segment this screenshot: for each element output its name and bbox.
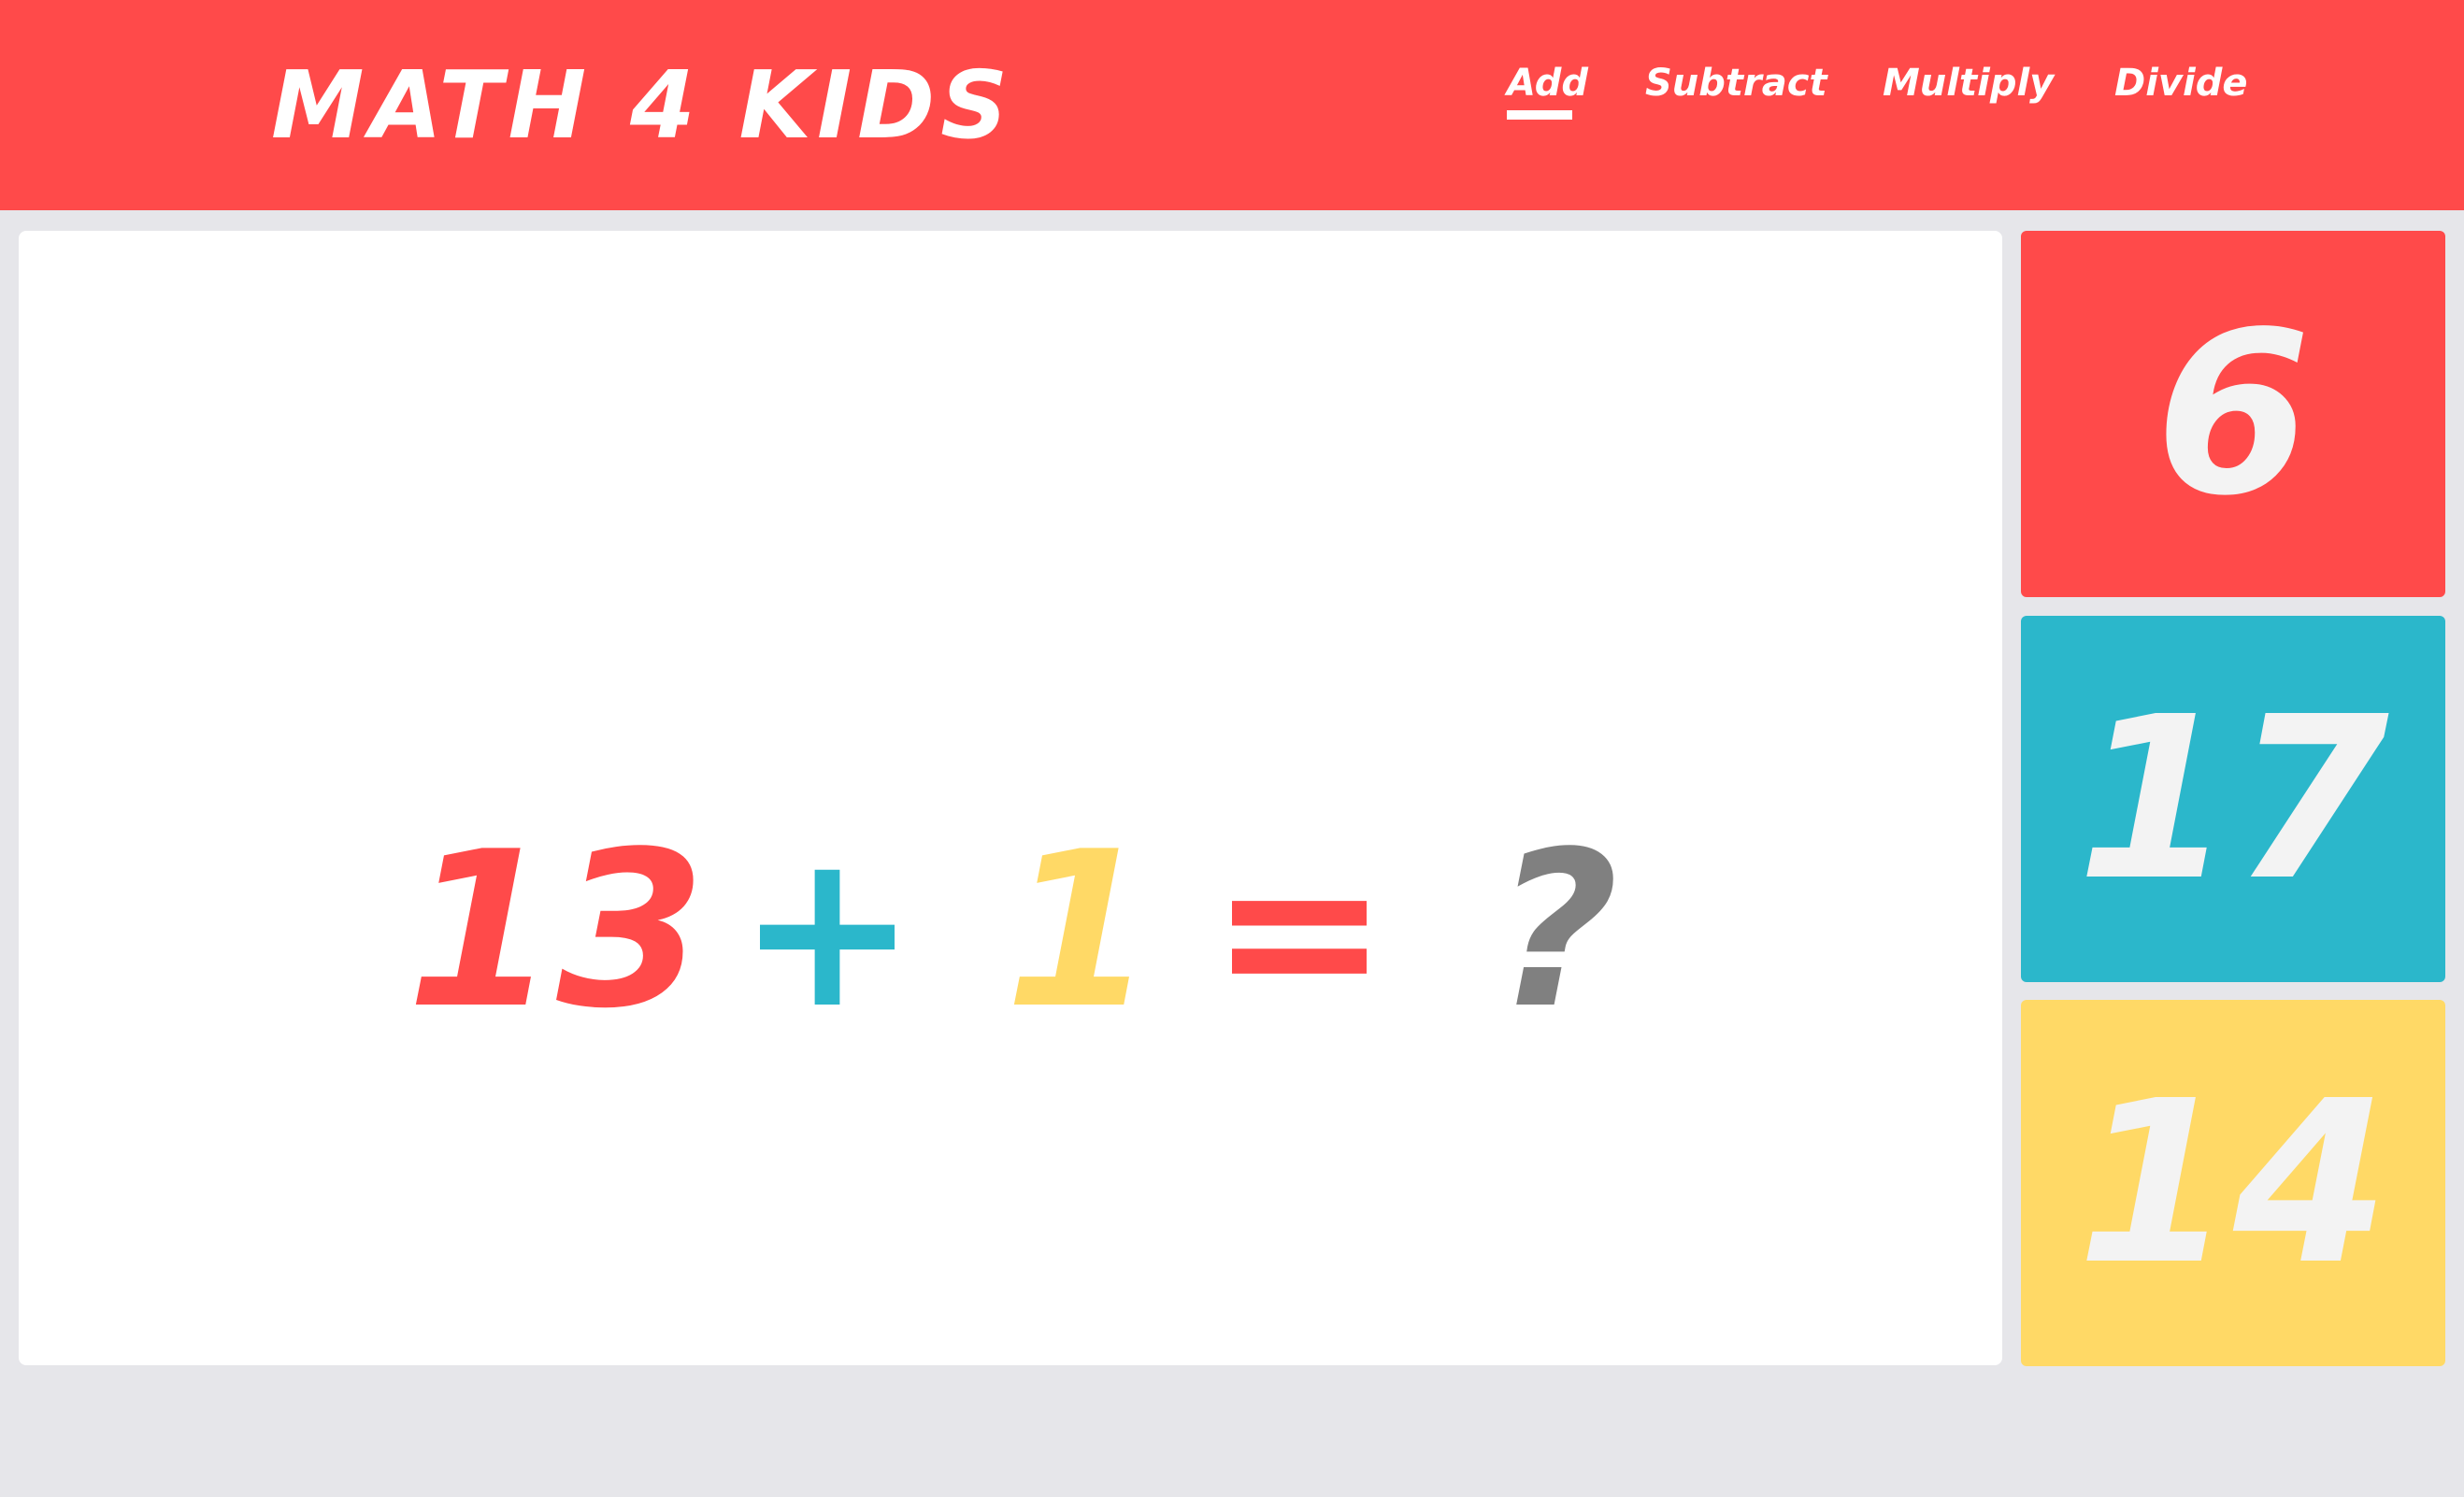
nav-item-divide[interactable]: Divide bbox=[2114, 58, 2247, 108]
operand-b: 1 bbox=[1005, 806, 1155, 1056]
question-panel: 13 + 1 = ? bbox=[19, 231, 2002, 1365]
main-nav: Add Subtract Multiply Divide bbox=[0, 58, 2464, 133]
operand-a: 13 bbox=[407, 806, 707, 1056]
nav-item-subtract[interactable]: Subtract bbox=[1645, 58, 1827, 108]
answer-button-1[interactable]: 6 bbox=[2021, 231, 2445, 597]
answer-button-3[interactable]: 14 bbox=[2021, 1000, 2445, 1366]
answer-button-2[interactable]: 17 bbox=[2021, 616, 2445, 982]
nav-item-multiply[interactable]: Multiply bbox=[1883, 58, 2054, 108]
header-bar: Math 4 Kids Add Subtract Multiply Divide bbox=[0, 0, 2464, 210]
nav-item-add[interactable]: Add bbox=[1507, 58, 1588, 120]
equation: 13 + 1 = ? bbox=[19, 810, 2002, 1053]
equals-sign: = bbox=[1209, 806, 1390, 1056]
operator-plus: + bbox=[737, 806, 918, 1056]
unknown-answer: ? bbox=[1494, 806, 1619, 1056]
